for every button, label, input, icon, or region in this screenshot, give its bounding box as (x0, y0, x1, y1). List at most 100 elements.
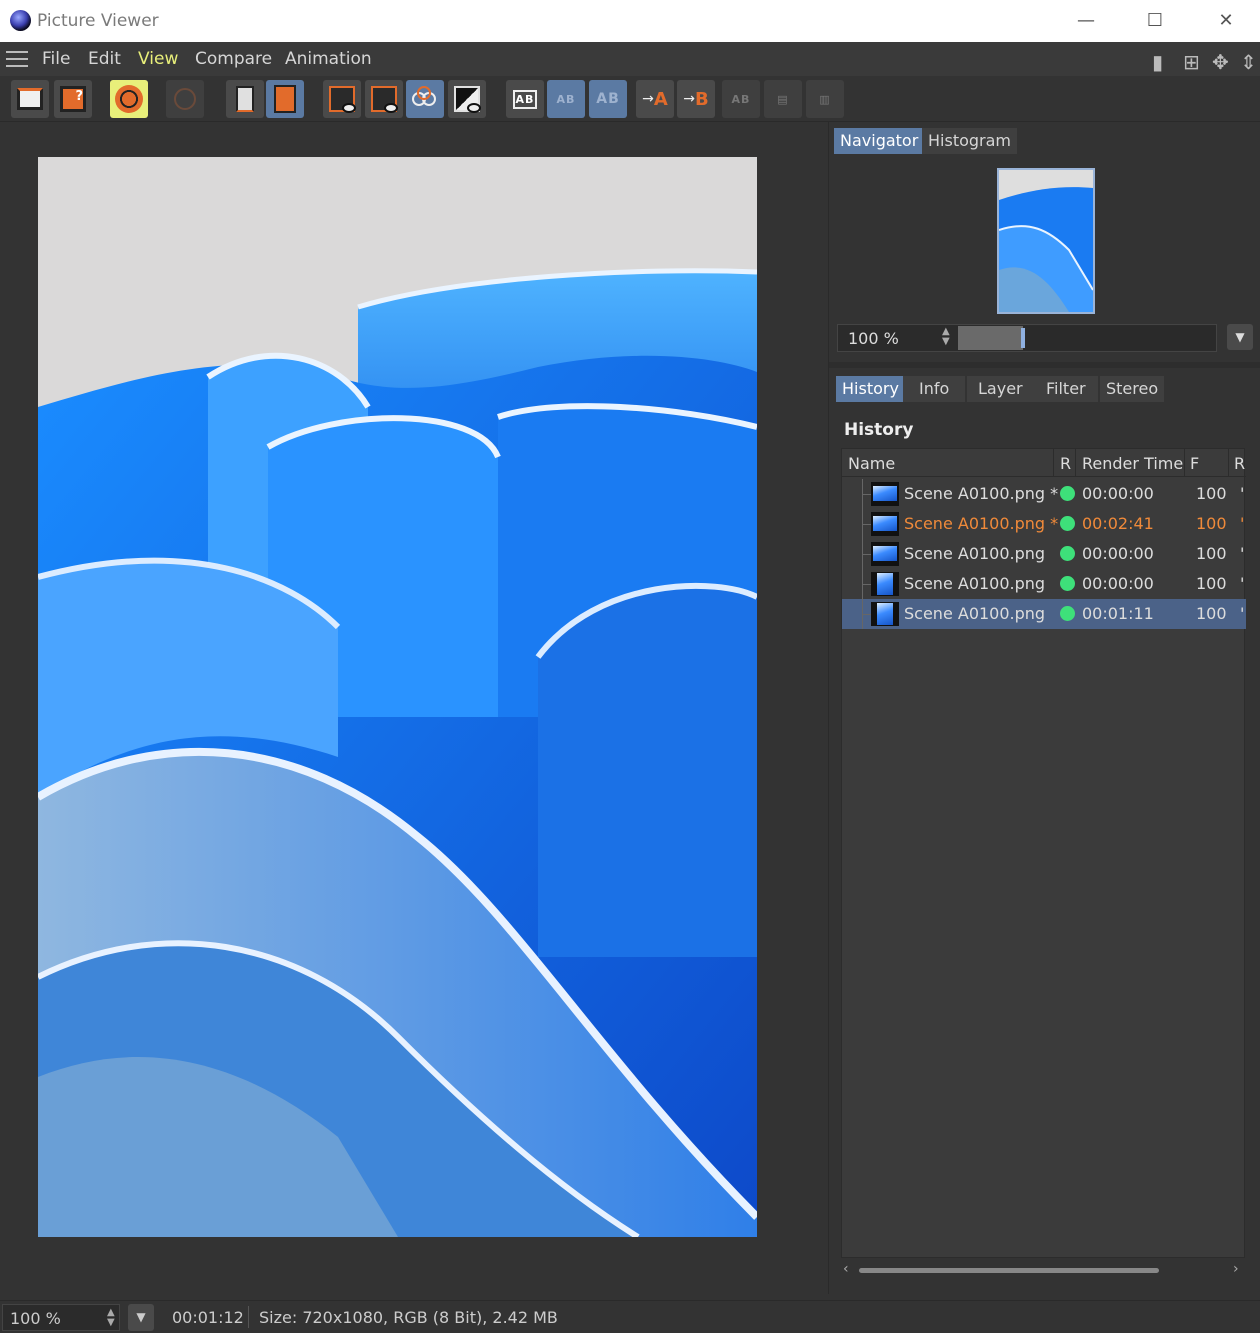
history-table: Name R Render Time F R Scene A0100.png *… (841, 448, 1246, 1258)
status-bar: 100 % ▲ ▼ ▼ 00:01:12 Size: 720x1080, RGB … (0, 1300, 1260, 1333)
tab-history[interactable]: History (836, 376, 905, 402)
render-settings-icon[interactable] (110, 80, 148, 118)
col-r2[interactable]: R (1234, 454, 1245, 473)
menu-animation[interactable]: Animation (285, 49, 372, 69)
view-channels-icon[interactable] (406, 80, 444, 118)
row-r-value: ' (1240, 484, 1245, 503)
zoom-spinner-icon[interactable]: ▲ ▼ (942, 327, 950, 347)
row-render-time: 00:02:41 (1082, 514, 1154, 533)
view-alpha-icon[interactable] (448, 80, 486, 118)
ab-horizontal-icon[interactable]: ▤ (764, 80, 802, 118)
navigator-preview-image (999, 170, 1093, 312)
chevron-down-icon[interactable]: ▼ (1227, 324, 1253, 350)
tab-layer[interactable]: Layer (967, 376, 1034, 402)
menu-edit[interactable]: Edit (88, 49, 121, 69)
open-icon[interactable] (11, 80, 49, 118)
table-row[interactable]: Scene A0100.png 00:00:00 100 ' (842, 539, 1246, 569)
ab-compare-icon[interactable]: AB (506, 80, 544, 118)
col-name[interactable]: Name (848, 454, 895, 473)
menu-view[interactable]: View (138, 49, 178, 69)
set-a-icon[interactable]: → A (636, 80, 674, 118)
row-name: Scene A0100.png (904, 544, 1046, 563)
tab-stereo[interactable]: Stereo (1100, 376, 1165, 402)
ab-swap-icon[interactable]: AB (722, 80, 760, 118)
ab-vertical-icon[interactable]: ▥ (806, 80, 844, 118)
scroll-left-icon[interactable]: ‹ (843, 1261, 849, 1277)
tab-info[interactable]: Info (903, 376, 966, 402)
row-render-time: 00:00:00 (1082, 574, 1154, 593)
navigator-thumbnail[interactable] (997, 168, 1095, 314)
navigator-zoom-control[interactable]: 100 % ▲ ▼ (837, 324, 1217, 352)
ab-overlay-icon[interactable]: AB (589, 80, 627, 118)
row-frames: 100 (1196, 604, 1227, 623)
col-f[interactable]: F (1190, 454, 1199, 473)
rendered-image[interactable] (38, 157, 757, 1237)
expand-icon[interactable]: ⇕ (1240, 50, 1257, 74)
navigator-zoom-value[interactable]: 100 % (848, 329, 899, 348)
table-header: Name R Render Time F R (842, 449, 1246, 477)
row-thumbnail (871, 602, 899, 626)
history-heading: History (844, 420, 914, 440)
view-single-icon[interactable] (323, 80, 361, 118)
row-name: Scene A0100.png (904, 574, 1046, 593)
panel-layout-icon[interactable]: ▮ (1152, 50, 1163, 74)
horizontal-scrollbar[interactable]: ‹ › (841, 1260, 1245, 1282)
filmstrip-icon[interactable] (266, 80, 304, 118)
window-title: Picture Viewer (37, 11, 159, 31)
row-thumbnail (871, 482, 899, 506)
stop-icon[interactable] (166, 80, 204, 118)
status-zoom-field[interactable]: 100 % ▲ ▼ (2, 1304, 120, 1331)
scrollbar-thumb[interactable] (859, 1268, 1159, 1273)
minimize-button[interactable]: — (1072, 8, 1100, 34)
row-frames: 100 (1196, 514, 1227, 533)
row-r-value: ' (1240, 514, 1245, 533)
status-zoom-spinner-icon[interactable]: ▲ ▼ (107, 1308, 115, 1328)
status-zoom-dropdown-icon[interactable]: ▼ (128, 1304, 154, 1331)
move-icon[interactable]: ✥ (1212, 50, 1229, 74)
set-b-icon[interactable]: → B (677, 80, 715, 118)
status-render-time: 00:01:12 (172, 1308, 244, 1327)
view-double-icon[interactable] (365, 80, 403, 118)
table-row[interactable]: Scene A0100.png * 00:00:00 100 ' (842, 479, 1246, 509)
col-render-time[interactable]: Render Time (1082, 454, 1183, 473)
maximize-button[interactable]: ☐ (1141, 8, 1169, 34)
row-render-time: 00:01:11 (1082, 604, 1154, 623)
hamburger-menu-icon[interactable] (6, 51, 28, 67)
status-dot-icon (1060, 606, 1075, 621)
col-r[interactable]: R (1060, 454, 1071, 473)
title-bar: Picture Viewer — ☐ ✕ (0, 0, 1260, 42)
new-window-icon[interactable]: ⊞ (1183, 50, 1200, 74)
status-zoom-value[interactable]: 100 % (10, 1309, 61, 1328)
menu-file[interactable]: File (42, 49, 70, 69)
table-row[interactable]: Scene A0100.png 00:00:00 100 ' (842, 569, 1246, 599)
app-logo-icon (10, 10, 31, 31)
tab-filter[interactable]: Filter (1034, 376, 1098, 402)
save-as-icon[interactable]: ? (54, 80, 92, 118)
status-dot-icon (1060, 576, 1075, 591)
scroll-right-icon[interactable]: › (1233, 1261, 1239, 1277)
row-render-time: 00:00:00 (1082, 484, 1154, 503)
table-row[interactable]: Scene A0100.png 00:01:11 100 ' (842, 599, 1246, 629)
status-dot-icon (1060, 486, 1075, 501)
row-frames: 100 (1196, 574, 1227, 593)
table-row[interactable]: Scene A0100.png * 00:02:41 100 ' (842, 509, 1246, 539)
tab-navigator[interactable]: Navigator (834, 128, 925, 154)
row-frames: 100 (1196, 484, 1227, 503)
delete-icon[interactable] (226, 80, 264, 118)
status-dot-icon (1060, 516, 1075, 531)
panel-divider[interactable] (829, 362, 1260, 368)
zoom-slider-handle[interactable] (1020, 328, 1025, 348)
row-render-time: 00:00:00 (1082, 544, 1154, 563)
side-panel: Navigator Histogram 100 % ▲ ▼ ▼ History I… (828, 122, 1260, 1294)
toolbar: ? AB AB AB → A → B AB ▤ ▥ (0, 76, 1260, 122)
row-r-value: ' (1240, 604, 1245, 623)
menu-compare[interactable]: Compare (195, 49, 272, 69)
menu-bar: File Edit View Compare Animation ▮ ⊞ ✥ ⇕ (0, 42, 1260, 76)
status-dot-icon (1060, 546, 1075, 561)
row-name: Scene A0100.png (904, 604, 1046, 623)
row-r-value: ' (1240, 574, 1245, 593)
close-button[interactable]: ✕ (1212, 8, 1240, 34)
zoom-slider[interactable] (958, 326, 1216, 350)
tab-histogram[interactable]: Histogram (922, 128, 1017, 154)
ab-split-icon[interactable]: AB (547, 80, 585, 118)
